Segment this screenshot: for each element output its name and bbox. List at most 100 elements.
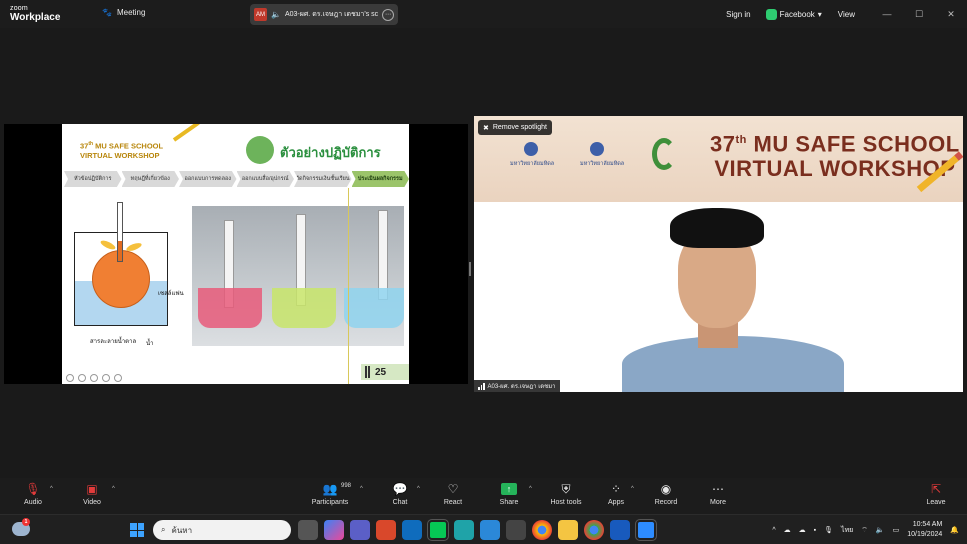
meeting-label: Meeting <box>116 8 146 17</box>
word-icon[interactable] <box>610 520 630 540</box>
mic-icon[interactable]: 🎙 <box>824 526 833 534</box>
slide-page-number: 25 <box>361 364 409 380</box>
minimize-icon[interactable]: — <box>871 9 903 19</box>
weather-widget-icon[interactable]: 1 <box>12 518 30 536</box>
view-button[interactable]: View <box>838 10 855 19</box>
wifi-icon[interactable]: ⌔ <box>861 526 868 535</box>
step-5: จัดกิจกรรมเงินชั้นเรียน <box>294 171 352 187</box>
language-indicator[interactable]: ไทย <box>841 525 853 536</box>
osmosis-diagram: เซลล์แฟน สารละลายน้ำตาล น้ำ <box>74 202 184 347</box>
apps-icon: ⁘ <box>610 482 622 496</box>
sign-in-button[interactable]: Sign in <box>726 10 750 19</box>
zoom-app-icon[interactable] <box>635 519 657 541</box>
green-cup <box>272 288 336 328</box>
glass-tube <box>117 202 123 262</box>
pen-icon[interactable] <box>90 374 98 382</box>
battery-icon[interactable]: ▭ <box>893 526 900 534</box>
meeting-toolbar: 🎙 Audio ^ ▣ Video ^ 👥 Participants 998 ^… <box>0 478 967 514</box>
share-label: Share <box>499 499 519 506</box>
chat-label: Chat <box>392 499 408 506</box>
chrome-icon[interactable] <box>532 520 552 540</box>
taskbar-apps <box>298 519 657 541</box>
remove-spotlight-label: Remove spotlight <box>492 124 547 131</box>
speaker-video-tile[interactable]: มหาวิทยาลัยมหิดล มหาวิทยาลัยมหิดล 37th M… <box>474 116 963 392</box>
more-options-icon[interactable]: ⋯ <box>382 8 394 21</box>
more-icon: ⋯ <box>712 482 724 496</box>
photos-icon[interactable] <box>480 520 500 540</box>
record-label: Record <box>654 499 678 506</box>
heart-icon: ♡ <box>447 482 459 496</box>
task-view-icon[interactable] <box>298 520 318 540</box>
share-icon-wrap: ↑ <box>501 482 517 496</box>
slide-heading: ตัวอย่างปฏิบัติการ <box>280 145 381 160</box>
more-label: More <box>710 499 726 506</box>
cloud-icon[interactable]: ☁ <box>784 526 791 534</box>
speaker-hair <box>670 208 764 248</box>
taskbar-search[interactable]: ⌕ ค้นหา <box>153 520 291 540</box>
chat-caret[interactable]: ^ <box>417 486 420 492</box>
clock-date: 10/19/2024 <box>907 531 943 538</box>
leave-button[interactable]: ⇱ Leave <box>908 482 964 506</box>
blue-cup <box>344 288 404 328</box>
participants-icon: 👥 <box>322 482 338 496</box>
chrome-profile-icon[interactable] <box>584 520 604 540</box>
taskbar-clock[interactable]: 10:54 AM 10/19/2024 <box>907 520 942 540</box>
facebook-account-button[interactable]: Facebook ▾ <box>765 8 822 20</box>
step-1: หัวข้อปฏิบัติการ <box>64 171 122 187</box>
audio-options-caret[interactable]: ^ <box>50 486 53 492</box>
apps-caret[interactable]: ^ <box>631 486 634 492</box>
clock-time: 10:54 AM <box>912 521 943 528</box>
store-icon[interactable] <box>506 520 526 540</box>
apps-label: Apps <box>608 499 624 506</box>
edge-icon[interactable] <box>454 520 474 540</box>
video-label: Video <box>83 499 101 506</box>
top-bar: zoom Workplace 🐾 Meeting AM 🔈 A03-ผศ. ดร… <box>0 0 967 28</box>
windows-start-icon[interactable] <box>130 523 144 537</box>
top-right-controls: Sign in Facebook ▾ View — ☐ ✕ <box>726 0 967 28</box>
notification-bell-icon[interactable]: 🔔 <box>950 526 959 534</box>
maximize-icon[interactable]: ☐ <box>903 9 935 20</box>
resize-handle[interactable] <box>469 262 471 276</box>
screen-share-indicator[interactable]: AM 🔈 A03-ผศ. ดร.เจษฎา เดชมา's sc ⋯ <box>250 4 398 25</box>
remove-spotlight-button[interactable]: ✖ Remove spotlight <box>478 120 552 135</box>
host-tools-button[interactable]: ⛨ Host tools <box>538 481 594 507</box>
apps-button[interactable]: ⁘ Apps <box>588 482 644 506</box>
speaker-name: A03-ผศ. ดร.เจษฎา เดชมา <box>487 384 556 390</box>
participants-caret[interactable]: ^ <box>360 486 363 492</box>
menu-icon[interactable] <box>114 374 122 382</box>
outlook-icon[interactable] <box>402 520 422 540</box>
video-options-caret[interactable]: ^ <box>112 486 115 492</box>
react-button[interactable]: ♡ React <box>425 482 481 506</box>
windows-taskbar: 1 ⌕ ค้นหา ^ ☁ ☁ ▪ 🎙 ไทย ⌔ 🔈 ▭ 10:54 AM 1… <box>0 514 967 544</box>
more-button[interactable]: ⋯ More <box>690 482 746 506</box>
meeting-tab[interactable]: 🐾 Meeting <box>102 8 145 17</box>
speaker-person <box>622 208 844 392</box>
facebook-label: Facebook <box>779 9 815 19</box>
speaker-name-tag: A03-ผศ. ดร.เจษฎา เดชมา <box>474 380 560 392</box>
logo-line2: Workplace <box>10 12 61 23</box>
chevron-up-icon[interactable]: ^ <box>772 527 775 534</box>
leave-icon: ⇱ <box>930 482 942 496</box>
record-button[interactable]: ◉ Record <box>638 482 694 506</box>
close-icon[interactable]: ✕ <box>935 9 967 20</box>
paw-icon: 🐾 <box>102 8 112 17</box>
teams-icon[interactable] <box>350 520 370 540</box>
line-icon[interactable] <box>427 519 449 541</box>
prev-slide-icon[interactable] <box>66 374 74 382</box>
shared-screen-tile[interactable]: 37th MU SAFE SCHOOL VIRTUAL WORKSHOP ตัว… <box>4 124 468 384</box>
share-caret[interactable]: ^ <box>529 486 532 492</box>
zoom-icon[interactable] <box>102 374 110 382</box>
app-tray-icon[interactable]: ▪ <box>814 527 816 534</box>
mahidol-logo-2 <box>590 142 604 156</box>
copilot-icon[interactable] <box>324 520 344 540</box>
leave-label: Leave <box>926 499 946 506</box>
slideshow-controls[interactable] <box>66 374 122 382</box>
onedrive-icon[interactable]: ☁ <box>799 526 806 534</box>
file-explorer-icon[interactable] <box>558 520 578 540</box>
next-slide-icon[interactable] <box>78 374 86 382</box>
app-swirl-icon[interactable] <box>376 520 396 540</box>
meeting-stage: 37th MU SAFE SCHOOL VIRTUAL WORKSHOP ตัว… <box>0 28 967 478</box>
volume-icon[interactable]: 🔈 <box>876 526 885 534</box>
experiment-photo <box>192 206 404 346</box>
shield-icon: ⛨ <box>561 481 571 496</box>
